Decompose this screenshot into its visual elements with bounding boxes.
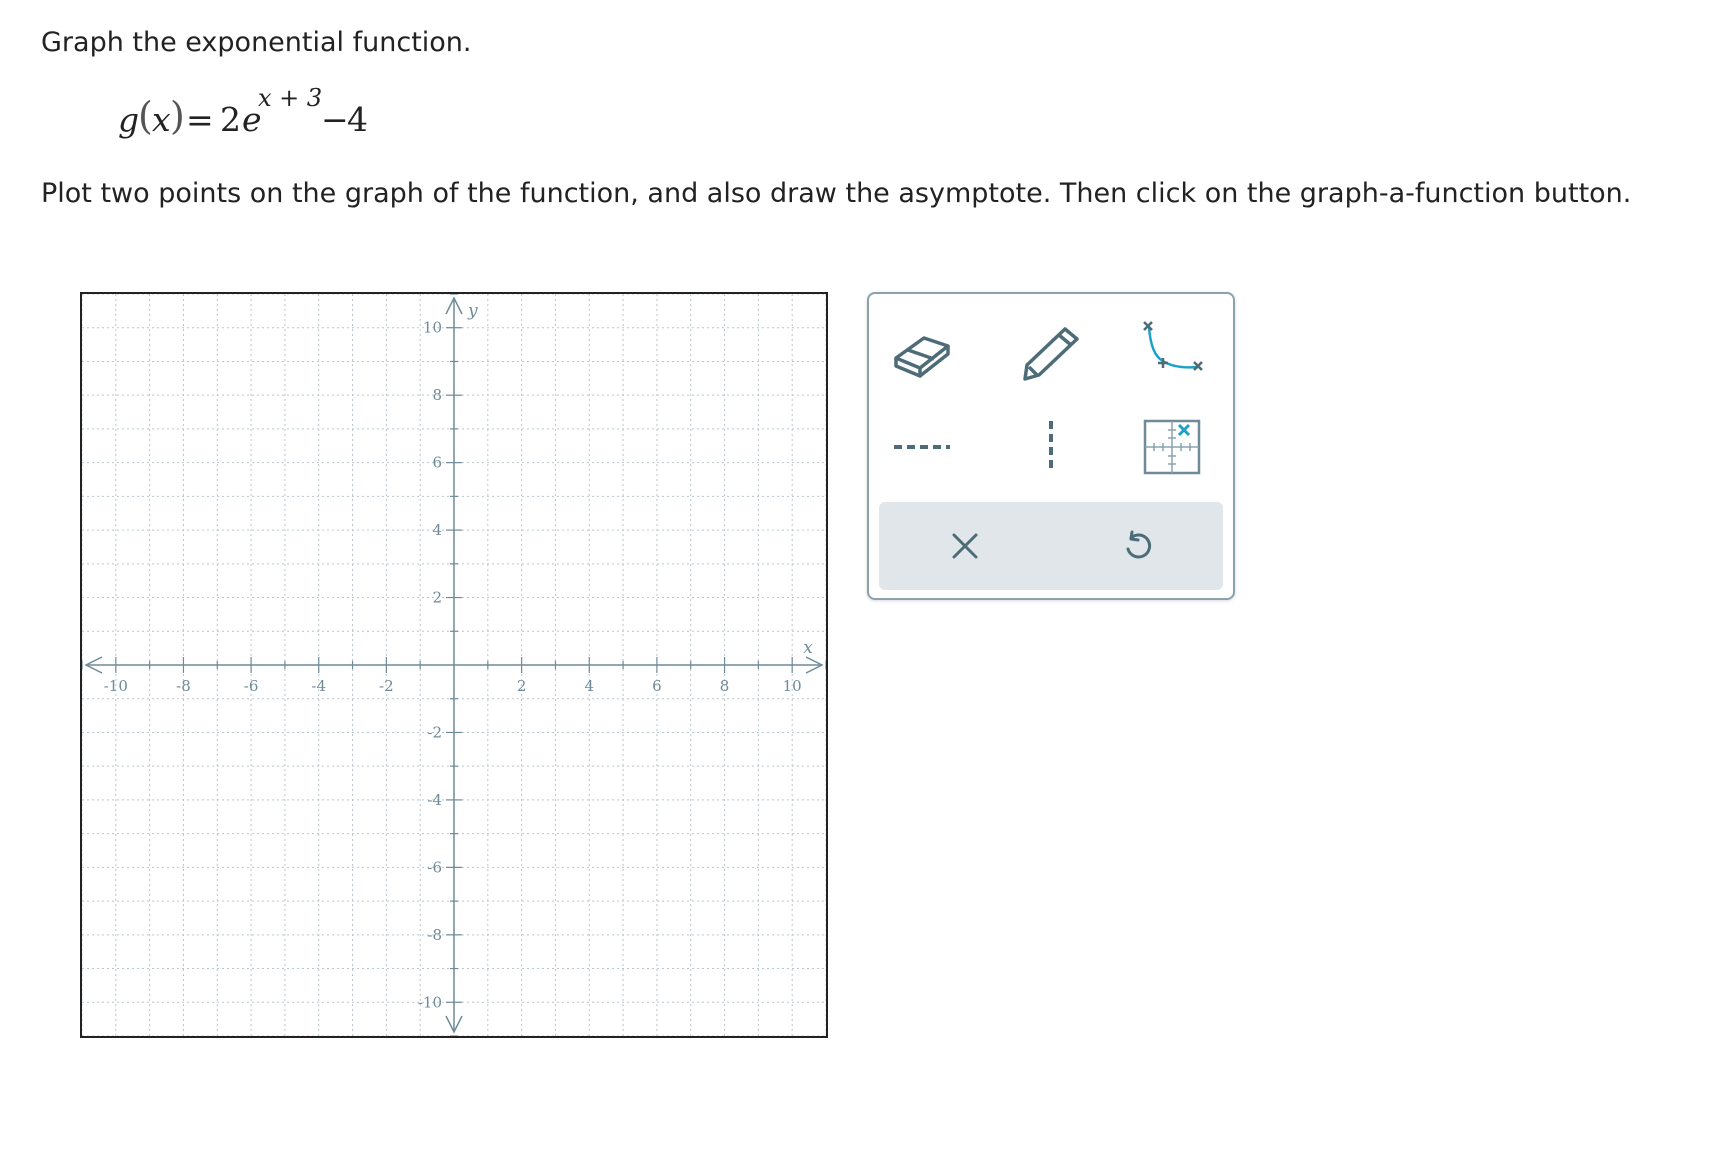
y-tick-label: -4 <box>427 791 442 809</box>
problem-title: Graph the exponential function. <box>41 27 472 58</box>
x-tick-label: -6 <box>244 677 259 695</box>
y-tick-label: 8 <box>432 386 442 404</box>
function-name: g <box>118 100 140 139</box>
x-tick-label: 4 <box>584 677 594 695</box>
close-paren: ) <box>170 94 185 138</box>
graph-a-function-icon <box>1143 321 1203 371</box>
x-tick-label: 2 <box>517 677 527 695</box>
y-tick-label: 4 <box>432 521 442 539</box>
vertical-asymptote-tool[interactable] <box>1006 412 1096 482</box>
graph-a-function-tool[interactable] <box>1127 316 1217 386</box>
open-paren: ( <box>138 94 153 138</box>
y-tick-label: 6 <box>432 454 442 472</box>
function-variable: x <box>152 100 171 139</box>
y-axis-label: y <box>467 301 478 321</box>
function-equation: g ( x ) = 2 e x + 3 − 4 <box>118 84 438 148</box>
exponent: x + 3 <box>258 84 323 112</box>
undo-button[interactable] <box>1093 511 1183 581</box>
y-tick-label: -2 <box>427 723 442 741</box>
pencil-tool[interactable] <box>1006 316 1096 386</box>
constant-term: 4 <box>347 100 368 139</box>
x-tick-label: -2 <box>379 677 394 695</box>
eraser-tool[interactable] <box>877 316 967 386</box>
undo-icon <box>1126 530 1152 559</box>
y-tick-label: -8 <box>427 926 442 944</box>
eraser-icon <box>894 336 950 378</box>
clear-button[interactable] <box>920 511 1010 581</box>
minus-sign: − <box>321 100 349 139</box>
graphing-toolbox <box>867 292 1235 600</box>
x-tick-label: 10 <box>783 677 802 695</box>
y-tick-label: 10 <box>423 319 442 337</box>
instructions: Plot two points on the graph of the func… <box>41 178 1632 209</box>
equals-sign: = <box>186 100 214 139</box>
x-axis-label: x <box>803 638 813 658</box>
coordinate-plane[interactable]: -10 -8 -6 -4 -2 2 4 6 8 10 10 8 6 4 2 -2 -4 -6 -8 -10 x y <box>82 294 826 1036</box>
pencil-icon <box>1023 327 1079 381</box>
x-tick-label: 6 <box>652 677 662 695</box>
x-tick-label: 8 <box>720 677 730 695</box>
y-tick-label: 2 <box>432 589 442 607</box>
graph-area[interactable]: -10 -8 -6 -4 -2 2 4 6 8 10 10 8 6 4 2 -2 -4 -6 -8 -10 x y <box>80 292 828 1038</box>
close-icon <box>952 533 978 559</box>
x-tick-label: -4 <box>311 677 326 695</box>
y-tick-label: -6 <box>427 858 442 876</box>
y-tick-label: -10 <box>418 993 442 1011</box>
dashed-vertical-line-icon <box>1049 421 1053 473</box>
action-bar <box>879 502 1223 590</box>
x-tick-label: -10 <box>104 677 128 695</box>
no-solution-tool[interactable] <box>1127 412 1217 482</box>
no-solution-grid-icon <box>1143 419 1201 475</box>
coefficient: 2 <box>220 100 241 139</box>
dashed-horizontal-line-icon <box>894 445 950 449</box>
horizontal-asymptote-tool[interactable] <box>877 412 967 482</box>
x-tick-label: -8 <box>176 677 191 695</box>
